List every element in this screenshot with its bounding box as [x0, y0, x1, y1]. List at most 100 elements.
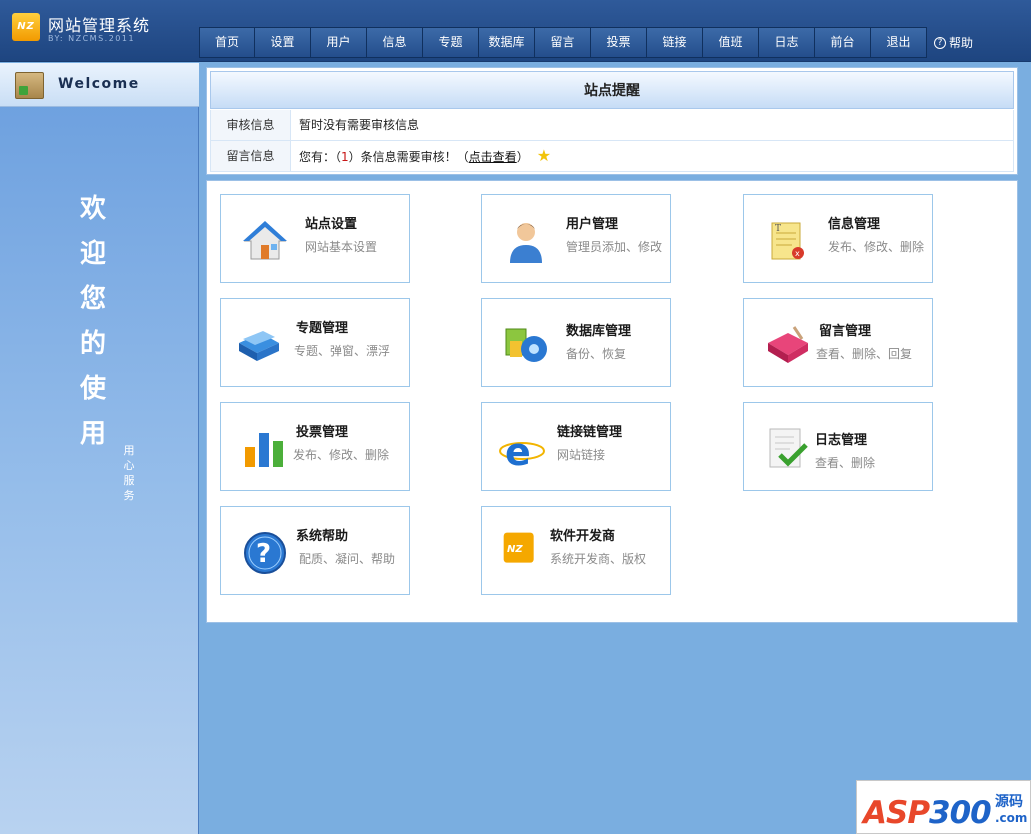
- card-desc: 系统开发商、版权: [550, 552, 647, 566]
- nav-users[interactable]: 用户: [311, 27, 367, 58]
- user-icon: [510, 223, 542, 263]
- module-grid: 站点设置 网站基本设置 用户管理 管理员添加、修改 T x 信息管理 发布、修改…: [206, 180, 1018, 623]
- nav-logout[interactable]: 退出: [871, 27, 927, 58]
- review-label: 审核信息: [211, 110, 291, 140]
- card-desc: 发布、修改、删除: [293, 448, 390, 462]
- card-desc: 管理员添加、修改: [566, 240, 663, 254]
- card-title: 日志管理: [815, 433, 868, 448]
- question-icon: ?: [934, 36, 946, 49]
- svg-text:NZ: NZ: [507, 544, 523, 555]
- nz-logo-icon: NZ: [12, 13, 40, 41]
- slogan-char: 的: [79, 329, 106, 359]
- slogan-char: 使: [79, 374, 106, 404]
- house-icon: [243, 221, 287, 260]
- watermark-brand: ASP300: [863, 795, 992, 831]
- card-site-settings[interactable]: 站点设置 网站基本设置: [220, 194, 410, 283]
- message-prefix: 您有：（: [299, 150, 342, 164]
- book-icon: [768, 326, 808, 363]
- ie-icon: e: [499, 430, 545, 473]
- asp300-watermark: ASP300 源码 .com: [856, 780, 1031, 834]
- card-info-management[interactable]: T x 信息管理 发布、修改、删除: [743, 194, 933, 283]
- card-database-management[interactable]: 数据库管理 备份、恢复: [481, 298, 671, 387]
- nav-votes[interactable]: 投票: [591, 27, 647, 58]
- card-desc: 配质、凝问、帮助: [299, 552, 396, 566]
- card-desc: 网站链接: [557, 448, 606, 462]
- card-desc: 网站基本设置: [305, 240, 378, 254]
- card-log-management[interactable]: 日志管理 查看、删除: [743, 402, 933, 491]
- card-system-help[interactable]: ? 系统帮助 配质、凝问、帮助: [220, 506, 410, 595]
- card-user-management[interactable]: 用户管理 管理员添加、修改: [481, 194, 671, 283]
- nav-links[interactable]: 链接: [647, 27, 703, 58]
- nav-settings[interactable]: 设置: [255, 27, 311, 58]
- review-value: 暂时没有需要审核信息: [299, 118, 420, 132]
- sidebar: Welcome 欢 迎 您 的 使 用 用 心 服 务: [0, 63, 199, 834]
- service-slogan: 用 心 服 务: [122, 443, 136, 503]
- folders-icon: [239, 331, 279, 361]
- bar-chart-icon: [245, 433, 283, 467]
- slogan-char: 服: [123, 474, 135, 487]
- card-title: 投票管理: [296, 425, 349, 440]
- welcome-bar: Welcome: [0, 63, 199, 107]
- help-icon: ?: [244, 532, 286, 574]
- watermark-asp: ASP: [863, 795, 930, 831]
- card-title: 用户管理: [566, 217, 619, 232]
- card-title: 信息管理: [828, 217, 881, 232]
- nav-duty[interactable]: 值班: [703, 27, 759, 58]
- watermark-yuanma: 源码: [995, 794, 1023, 810]
- nav-database[interactable]: 数据库: [479, 27, 535, 58]
- card-desc: 备份、恢复: [566, 347, 627, 361]
- notepad-icon: T x: [771, 222, 804, 260]
- message-count: 1: [341, 150, 349, 164]
- top-header: NZ 网站管理系统 BY: NZCMS.2011 首页 设置 用户 信息 专题 …: [0, 0, 1031, 62]
- card-topic-management[interactable]: 专题管理 专题、弹窗、漂浮: [220, 298, 410, 387]
- nav-messages[interactable]: 留言: [535, 27, 591, 58]
- message-suffix: ）: [516, 150, 529, 164]
- card-desc: 专题、弹窗、漂浮: [294, 344, 391, 358]
- nav-info[interactable]: 信息: [367, 27, 423, 58]
- card-software-developer[interactable]: NZ 软件开发商 系统开发商、版权: [481, 506, 671, 595]
- slogan-char: 务: [123, 489, 135, 502]
- card-message-management[interactable]: 留言管理 查看、删除、回复: [743, 298, 933, 387]
- help-label: 帮助: [949, 36, 974, 50]
- svg-text:?: ?: [256, 539, 271, 569]
- card-link-management[interactable]: e 链接链管理 网站链接: [481, 402, 671, 491]
- svg-text:e: e: [505, 430, 531, 473]
- nav-topics[interactable]: 专题: [423, 27, 479, 58]
- card-desc: 发布、修改、删除: [828, 240, 925, 254]
- watermark-300: 300: [929, 795, 992, 831]
- welcome-slogan: 欢 迎 您 的 使 用: [78, 187, 108, 457]
- package-icon: [15, 72, 44, 99]
- star-icon: ★: [536, 146, 552, 165]
- watermark-com: .com: [995, 811, 1028, 825]
- card-title: 专题管理: [296, 321, 349, 336]
- card-desc: 查看、删除: [815, 456, 876, 470]
- message-value: 您有：（1）条信息需要审核！（点击查看） ★: [299, 141, 551, 172]
- help-link[interactable]: ? 帮助: [934, 34, 973, 51]
- message-label: 留言信息: [211, 141, 291, 171]
- card-title: 留言管理: [819, 324, 872, 339]
- nav-logs[interactable]: 日志: [759, 27, 815, 58]
- welcome-text: Welcome: [58, 76, 140, 92]
- card-title: 软件开发商: [550, 529, 616, 544]
- card-title: 链接链管理: [557, 425, 623, 440]
- site-notice-panel: 站点提醒 审核信息 暂时没有需要审核信息 留言信息 您有：（1）条信息需要审核！…: [206, 67, 1018, 175]
- slogan-char: 迎: [79, 239, 106, 269]
- card-desc: 查看、删除、回复: [816, 347, 913, 361]
- card-title: 数据库管理: [566, 324, 632, 339]
- slogan-char: 心: [123, 459, 135, 472]
- database-icon: [505, 328, 547, 362]
- slogan-char: 用: [123, 444, 135, 457]
- slogan-char: 欢: [79, 194, 106, 224]
- log-check-icon: [769, 428, 808, 468]
- app-subtitle: BY: NZCMS.2011: [48, 34, 136, 43]
- nav-frontend[interactable]: 前台: [815, 27, 871, 58]
- view-messages-link[interactable]: 点击查看: [469, 150, 517, 164]
- card-title: 系统帮助: [296, 529, 349, 544]
- slogan-char: 用: [79, 419, 106, 449]
- svg-text:x: x: [795, 249, 800, 258]
- card-vote-management[interactable]: 投票管理 发布、修改、删除: [220, 402, 410, 491]
- card-title: 站点设置: [305, 217, 358, 232]
- app-title: 网站管理系统: [48, 16, 151, 35]
- notice-title: 站点提醒: [210, 71, 1014, 109]
- nav-home[interactable]: 首页: [199, 27, 255, 58]
